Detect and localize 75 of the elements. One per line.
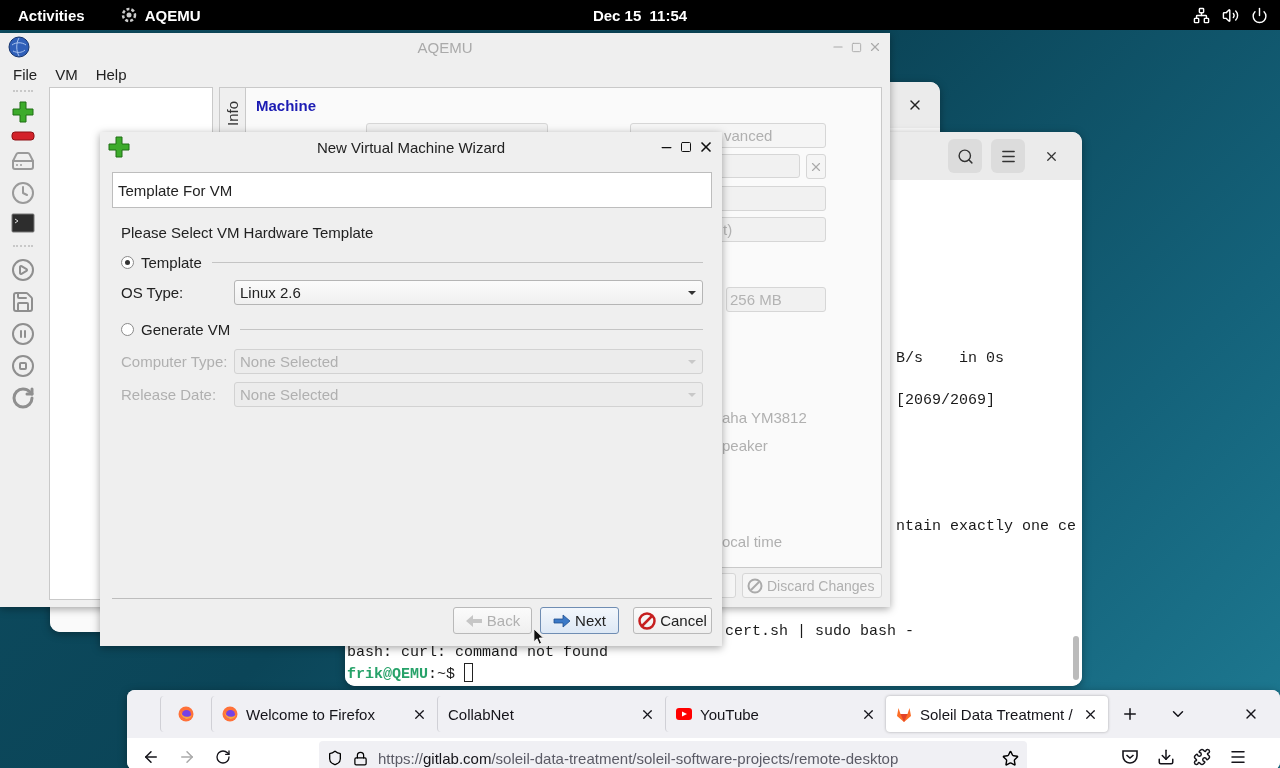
dialog-title: New Virtual Machine Wizard	[316, 138, 506, 156]
download-icon	[1157, 748, 1175, 766]
radio-button[interactable]	[121, 255, 134, 269]
browser-tab[interactable]: Welcome to Firefox	[211, 696, 437, 732]
terminal-icon[interactable]	[10, 213, 35, 233]
network-icon[interactable]	[1193, 6, 1210, 24]
address-bar[interactable]: https://gitlab.com/soleil-data-treatment/soleil-software-projects/remote-desktop	[319, 741, 1027, 768]
radio-button[interactable]	[121, 322, 134, 336]
menu-button[interactable]	[991, 139, 1025, 173]
plus-icon	[1121, 705, 1139, 723]
terminal-line: [2069/2069]	[896, 391, 996, 411]
stop-icon[interactable]	[10, 354, 35, 378]
url-text: https://gitlab.com/soleil-data-treatment/soleil-software-projects/remote-desktop	[378, 749, 900, 767]
radio-label: Generate VM	[141, 320, 231, 338]
device-label: peaker	[722, 437, 768, 455]
search-button[interactable]	[948, 139, 982, 173]
section-title: Machine	[256, 97, 316, 115]
terminal-prompt: frik@QEMU:~$	[347, 663, 474, 685]
instruction-text: Please Select VM Hardware Template	[121, 224, 374, 242]
puzzle-icon	[1193, 748, 1211, 766]
page-header: Template For VM	[112, 172, 712, 208]
lock-icon	[353, 750, 368, 766]
mouse-pointer-icon	[533, 628, 544, 645]
volume-icon[interactable]	[1222, 6, 1239, 24]
play-icon[interactable]	[10, 258, 35, 282]
pause-icon[interactable]	[10, 322, 35, 346]
scrollbar[interactable]	[1073, 636, 1079, 680]
next-button[interactable]: Next	[540, 607, 619, 634]
option-label: ocal time	[722, 533, 783, 551]
save-icon[interactable]	[10, 290, 35, 314]
maximize-icon[interactable]	[680, 141, 692, 153]
window-title: AQEMU	[417, 38, 473, 56]
terminal-line: bash: curl: command not found	[347, 643, 609, 663]
app-icon	[120, 7, 137, 23]
activities-button[interactable]: Activities	[18, 6, 85, 24]
field-label: Computer Type:	[121, 353, 229, 370]
play-icon	[676, 708, 692, 720]
menu-icon	[1229, 748, 1247, 766]
device-label: aha YM3812	[722, 409, 807, 427]
menu-item[interactable]: Help	[88, 63, 134, 85]
browser-tab[interactable]: Soleil Data Treatment /	[886, 696, 1108, 732]
app-menu[interactable]: AQEMU	[144, 6, 201, 24]
add-icon[interactable]	[11, 101, 34, 123]
remove-icon[interactable]	[10, 131, 35, 141]
fox-icon	[896, 706, 912, 722]
radio-label: Template	[141, 253, 202, 271]
close-icon[interactable]	[698, 139, 714, 155]
os-type-dropdown[interactable]: Linux 2.6	[234, 280, 703, 305]
menu-item[interactable]: File	[6, 63, 45, 85]
reload-icon[interactable]	[10, 386, 35, 410]
no-entry-icon	[747, 577, 763, 594]
browser-logo-icon	[178, 706, 194, 722]
field-label: Release Date:	[121, 386, 218, 403]
clock[interactable]: Dec 15 11:54	[592, 6, 688, 24]
add-icon	[108, 136, 130, 158]
terminal-line: ntain exactly one ce	[896, 517, 1077, 537]
cancel-button[interactable]: Cancel	[633, 607, 712, 634]
field-label: OS Type:	[121, 284, 185, 301]
bookmark-star-icon[interactable]	[1002, 749, 1019, 767]
terminal-line: B/s in 0s	[896, 349, 1005, 369]
arrow-left-icon	[464, 613, 483, 628]
pocket-icon	[1121, 749, 1139, 765]
cancel-icon	[638, 611, 657, 630]
app-logo-icon	[8, 36, 30, 58]
search-icon	[956, 147, 974, 165]
shield-icon	[327, 750, 343, 766]
browser-logo-icon	[222, 706, 238, 722]
menu-item[interactable]: VM	[48, 63, 85, 85]
power-icon[interactable]	[1251, 6, 1268, 24]
reload-icon	[215, 749, 231, 765]
arrow-right-icon	[553, 613, 572, 628]
side-tab[interactable]: Info	[224, 96, 241, 126]
terminal-line: cert.sh | sudo bash -	[725, 622, 915, 642]
arrow-right-icon	[178, 748, 196, 766]
browser-tab[interactable]: CollabNet	[437, 696, 665, 732]
